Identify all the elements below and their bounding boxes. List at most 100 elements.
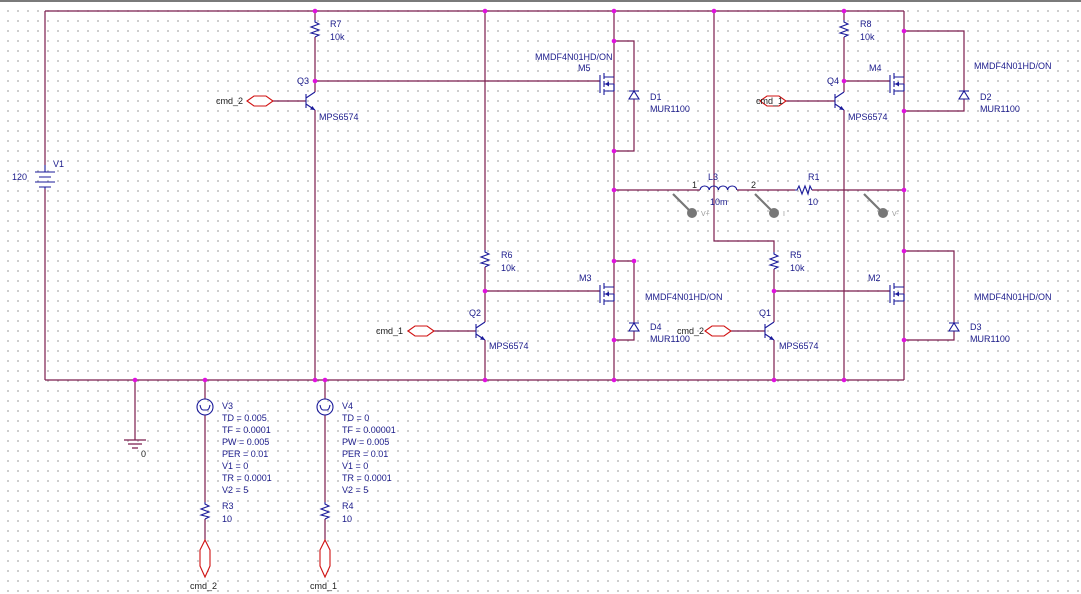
pulse-source-v4[interactable] (316, 398, 334, 416)
junction-dot (901, 187, 907, 193)
transistor-q1[interactable] (764, 321, 775, 341)
v3-param: PW = 0.005 (222, 437, 269, 447)
mosfet-m3[interactable] (599, 282, 615, 306)
port-cmd-1-q2[interactable] (407, 325, 435, 337)
schematic[interactable]: V1 120 R7 10k R8 10k R6 10k R5 10k R1 10… (0, 2, 1081, 594)
r5-value: 10k (790, 263, 805, 273)
port-cmd-2-v3[interactable] (199, 539, 211, 578)
port-cmd-2-q3[interactable] (246, 95, 274, 107)
r6-ref: R6 (501, 250, 513, 260)
junction-dot (841, 8, 847, 14)
mosfet-m4[interactable] (889, 72, 905, 96)
m3-ref: M3 (579, 273, 592, 283)
voltage-probe-minus[interactable] (862, 192, 890, 220)
pulse-source-v3[interactable] (196, 398, 214, 416)
junction-dot (771, 288, 777, 294)
port-label-cmd-2: cmd_2 (677, 326, 704, 336)
transistor-q2[interactable] (475, 321, 486, 341)
r7-ref: R7 (330, 19, 342, 29)
diode-d4[interactable] (628, 322, 640, 332)
transistor-q3[interactable] (305, 91, 316, 111)
r5-ref: R5 (790, 250, 802, 260)
m4-model: MMDF4N01HD/ON (974, 61, 1052, 71)
q2-model: MPS6574 (489, 341, 529, 351)
v3-ref: V3 (222, 401, 233, 411)
resistor-r7[interactable] (310, 19, 320, 38)
junction-dot (482, 377, 488, 383)
v3-param: TR = 0.0001 (222, 473, 272, 483)
junction-dot (202, 377, 208, 383)
l3-pin1: 1 (692, 180, 697, 190)
d4-ref: D4 (650, 322, 662, 332)
probe-label-vminus: V- (892, 211, 899, 218)
mosfet-m2[interactable] (889, 282, 905, 306)
junction-dots (132, 8, 907, 383)
v1-value: 120 (12, 172, 27, 182)
port-label-cmd-2: cmd_2 (216, 96, 243, 106)
junction-dot (611, 377, 617, 383)
junction-dot (322, 377, 328, 383)
r6-value: 10k (501, 263, 516, 273)
resistor-r1[interactable] (794, 185, 813, 195)
v4-param: PER = 0.01 (342, 449, 388, 459)
v3-params: TD = 0.005 TF = 0.0001 PW = 0.005 PER = … (222, 413, 272, 495)
q3-model: MPS6574 (319, 112, 359, 122)
diode-d2[interactable] (958, 90, 970, 100)
l3-pin2: 2 (751, 180, 756, 190)
probe-label-current: I (783, 211, 785, 218)
r1-ref: R1 (808, 172, 820, 182)
diode-d1[interactable] (628, 90, 640, 100)
r8-value: 10k (860, 32, 875, 42)
v4-param: TF = 0.00001 (342, 425, 396, 435)
q4-model: MPS6574 (848, 112, 888, 122)
d3-ref: D3 (970, 322, 982, 332)
resistor-r5[interactable] (769, 251, 779, 270)
m2-ref: M2 (868, 273, 881, 283)
diode-d3[interactable] (948, 322, 960, 332)
transistor-q4[interactable] (834, 91, 845, 111)
resistor-r8[interactable] (839, 19, 849, 38)
junction-dot (841, 377, 847, 383)
q1-ref: Q1 (759, 308, 771, 318)
junction-dot (312, 377, 318, 383)
port-cmd-1-v4[interactable] (319, 539, 331, 578)
m2-model: MMDF4N01HD/ON (974, 292, 1052, 302)
voltage-probe-plus[interactable] (671, 192, 699, 220)
junction-dot (631, 258, 637, 264)
ground-symbol[interactable]: 0 (124, 439, 146, 459)
current-probe[interactable] (753, 192, 781, 220)
d3-model: MUR1100 (970, 334, 1010, 344)
r3-ref: R3 (222, 501, 234, 511)
junction-dot (482, 288, 488, 294)
v3-param: TF = 0.0001 (222, 425, 271, 435)
junction-dot (901, 337, 907, 343)
v3-param: V2 = 5 (222, 485, 248, 495)
d2-ref: D2 (980, 92, 992, 102)
port-label-cmd-1: cmd_1 (756, 96, 783, 106)
battery-v1[interactable]: V1 120 (12, 159, 64, 189)
junction-dot (611, 337, 617, 343)
d2-model: MUR1100 (980, 104, 1020, 114)
q2-ref: Q2 (469, 308, 481, 318)
v4-param: TR = 0.0001 (342, 473, 392, 483)
d1-ref: D1 (650, 92, 662, 102)
port-label-cmd-2: cmd_2 (190, 581, 217, 591)
d1-model: MUR1100 (650, 104, 690, 114)
v4-ref: V4 (342, 401, 353, 411)
port-cmd-2-q1[interactable] (704, 325, 732, 337)
ground-label: 0 (141, 449, 146, 459)
v4-params: TD = 0 TF = 0.00001 PW = 0.005 PER = 0.0… (342, 413, 396, 495)
v3-param: PER = 0.01 (222, 449, 268, 459)
r8-ref: R8 (860, 19, 872, 29)
l3-value: 10m (710, 197, 728, 207)
wires (44, 10, 965, 540)
junction-dot (611, 38, 617, 44)
resistor-r4[interactable] (320, 501, 330, 520)
junction-dot (771, 377, 777, 383)
schematic-canvas[interactable]: V1 120 R7 10k R8 10k R6 10k R5 10k R1 10… (0, 0, 1081, 594)
resistor-r6[interactable] (480, 249, 490, 268)
junction-dot (611, 8, 617, 14)
mosfet-m5[interactable] (599, 72, 615, 96)
junction-dot (312, 8, 318, 14)
resistor-r3[interactable] (200, 501, 210, 520)
